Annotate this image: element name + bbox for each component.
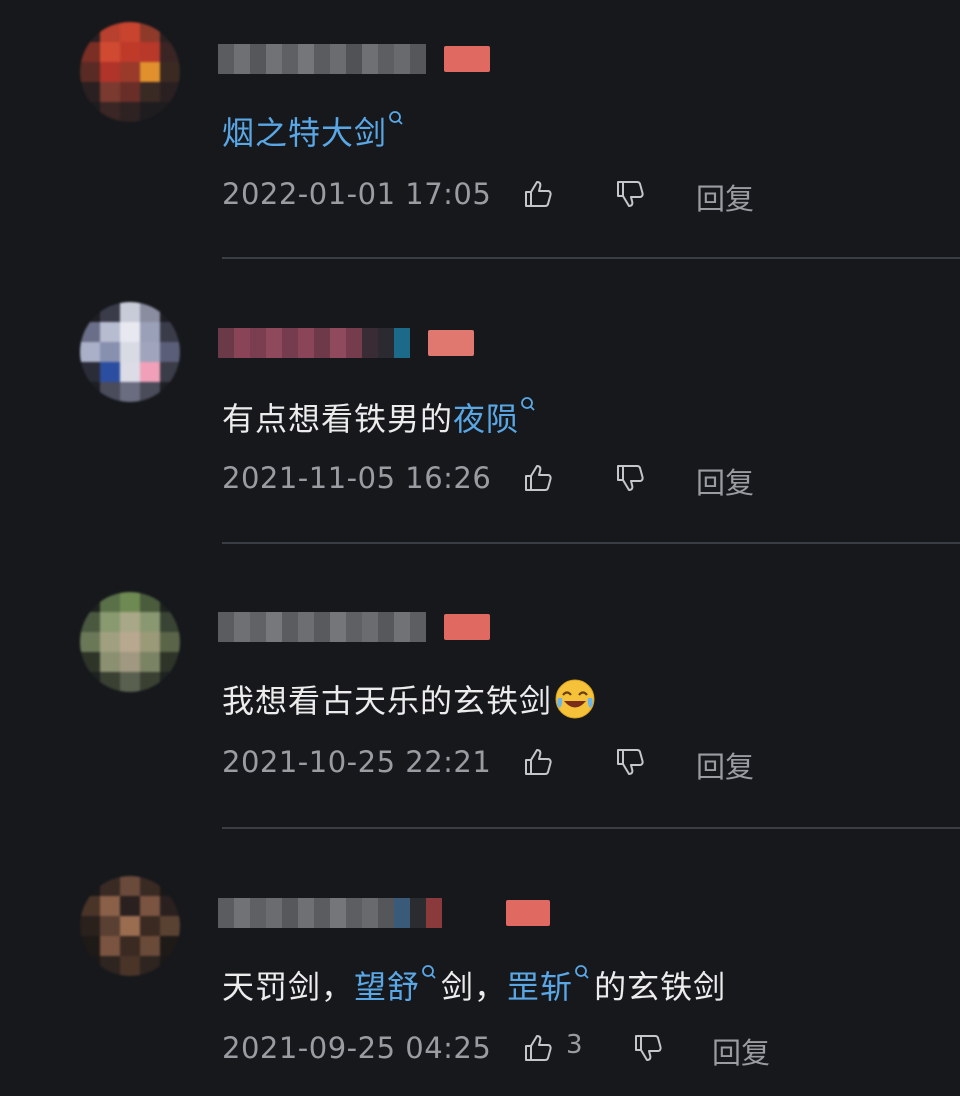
comment-text: 天罚剑，望舒 剑，罡斩 的玄铁剑 [222,964,726,1007]
search-icon [422,965,436,979]
avatar[interactable] [80,22,180,122]
comment-text: 有点想看铁男的夜陨 [222,396,540,439]
username-blurred[interactable] [218,44,426,74]
keyword-link[interactable]: 烟之特大剑 [222,114,387,152]
username-blurred[interactable] [218,898,442,928]
dislike-button[interactable] [612,742,648,782]
level-badge [506,900,550,926]
avatar[interactable] [80,592,180,692]
thumbs-up-icon [525,1035,552,1061]
keyword-link[interactable]: 望舒 [354,968,420,1006]
keyword-link[interactable]: 罡斩 [507,968,573,1006]
thumbs-up-icon [525,749,552,775]
like-count: 3 [566,1030,583,1060]
comment-time: 2021-09-25 04:25 [222,1031,492,1065]
divider [222,542,960,544]
like-button[interactable] [520,742,556,782]
thumbs-up-icon [525,465,552,491]
reply-button[interactable]: 回复 [696,460,754,502]
divider [222,827,960,829]
comment-time: 2021-10-25 22:21 [222,745,492,779]
avatar[interactable] [80,876,180,976]
avatar[interactable] [80,302,180,402]
divider [222,257,960,259]
thumbs-down-icon [617,465,644,491]
search-icon [575,965,589,979]
comment-time: 2021-11-05 16:26 [222,461,492,495]
dislike-button[interactable] [612,458,648,498]
thumbs-down-icon [617,749,644,775]
level-badge [444,46,490,72]
comment-text: 我想看古天乐的玄铁剑 [222,678,596,721]
level-badge [428,330,474,356]
username-blurred[interactable] [218,612,426,642]
comment-time: 2022-01-01 17:05 [222,177,492,211]
thumbs-down-icon [635,1035,662,1061]
search-icon [521,397,535,411]
thumbs-down-icon [617,181,644,207]
comment-text: 烟之特大剑 [222,110,408,153]
reply-button[interactable]: 回复 [696,744,754,786]
level-badge [444,614,490,640]
search-icon [389,111,403,125]
keyword-link[interactable]: 夜陨 [453,400,519,438]
username-blurred[interactable] [218,328,410,358]
reply-button[interactable]: 回复 [696,176,754,218]
reply-button[interactable]: 回复 [712,1030,770,1072]
like-button[interactable] [520,458,556,498]
like-button[interactable] [520,174,556,214]
dislike-button[interactable] [612,174,648,214]
thumbs-up-icon [525,181,552,207]
like-button[interactable] [520,1028,556,1068]
laughing-crying-emoji [555,679,595,719]
dislike-button[interactable] [630,1028,666,1068]
